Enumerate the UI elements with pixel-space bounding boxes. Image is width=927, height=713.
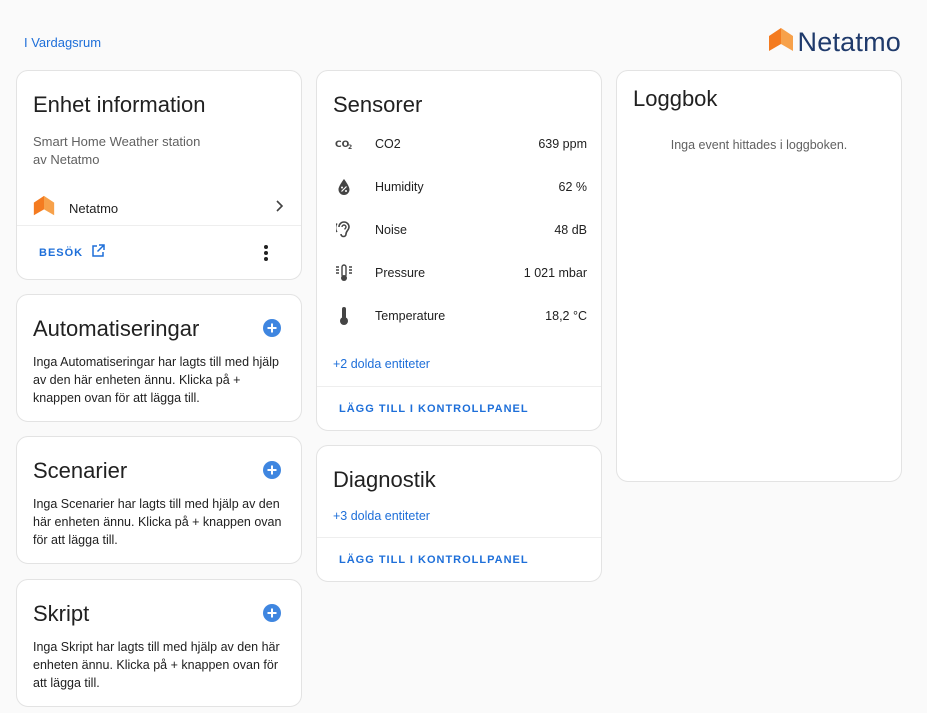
water-percent-icon bbox=[333, 176, 355, 198]
device-model: Smart Home Weather station av Netatmo bbox=[33, 133, 200, 169]
sensor-row-temperature[interactable]: Temperature 18,2 °C bbox=[317, 296, 601, 336]
scripts-title: Skript bbox=[33, 601, 90, 626]
plus-circle-icon bbox=[263, 604, 281, 622]
sensor-value: 639 ppm bbox=[538, 137, 587, 151]
sensor-row-noise[interactable]: Noise 48 dB bbox=[317, 210, 601, 250]
thermometer-icon bbox=[333, 305, 355, 327]
plus-circle-icon bbox=[263, 461, 281, 479]
sensor-row-co2[interactable]: CO 2 CO2 639 ppm bbox=[317, 124, 601, 164]
add-scene-button[interactable] bbox=[263, 461, 281, 479]
hidden-entities-link[interactable]: +3 dolda entiteter bbox=[333, 509, 430, 523]
sensor-value: 18,2 °C bbox=[545, 309, 587, 323]
gauge-icon bbox=[333, 262, 355, 284]
scenes-title: Scenarier bbox=[33, 458, 128, 483]
overflow-menu-icon[interactable] bbox=[261, 243, 271, 263]
scenes-description: Inga Scenarier har lagts till med hjälp … bbox=[33, 497, 282, 547]
integration-name: Netatmo bbox=[69, 200, 119, 216]
hidden-entities-link[interactable]: +2 dolda entiteter bbox=[333, 357, 430, 371]
plus-circle-icon bbox=[263, 319, 281, 337]
co2-icon: CO 2 bbox=[333, 133, 355, 155]
diagnostics-title: Diagnostik bbox=[333, 467, 436, 492]
sensor-row-pressure[interactable]: Pressure 1 021 mbar bbox=[317, 253, 601, 293]
netatmo-logo-text: Netatmo bbox=[797, 27, 901, 57]
scripts-description: Inga Skript har lagts till med hjälp av … bbox=[33, 640, 280, 690]
visit-button[interactable]: BESÖK bbox=[39, 244, 105, 261]
integration-row[interactable]: Netatmo bbox=[17, 186, 301, 230]
add-script-button[interactable] bbox=[263, 604, 281, 622]
add-to-dashboard-button[interactable]: LÄGG TILL I KONTROLLPANEL bbox=[317, 386, 601, 430]
sensor-name: CO2 bbox=[375, 137, 401, 151]
automations-description: Inga Automatiseringar har lagts till med… bbox=[33, 355, 279, 405]
top-bar: I Vardagsrum Netatmo bbox=[0, 0, 927, 70]
device-manufacturer: av Netatmo bbox=[33, 152, 100, 167]
chevron-right-icon bbox=[273, 199, 285, 217]
visit-label: BESÖK bbox=[39, 246, 84, 259]
open-in-new-icon bbox=[83, 244, 105, 261]
sensor-name: Pressure bbox=[375, 266, 426, 280]
device-actions: BESÖK bbox=[17, 225, 301, 279]
device-info-title: Enhet information bbox=[33, 92, 206, 117]
device-model-name: Smart Home Weather station bbox=[33, 134, 201, 149]
sensor-value: 1 021 mbar bbox=[523, 266, 587, 280]
logbook-card: Loggbok Inga event hittades i loggboken. bbox=[616, 70, 902, 482]
sensor-name: Humidity bbox=[375, 180, 424, 194]
diagnostics-card: Diagnostik +3 dolda entiteter LÄGG TILL … bbox=[316, 445, 602, 582]
area-link[interactable]: I Vardagsrum bbox=[24, 35, 101, 50]
logbook-empty-text: Inga event hittades i loggboken. bbox=[670, 138, 848, 152]
device-info-card: Enhet information Smart Home Weather sta… bbox=[16, 70, 302, 280]
netatmo-logo-icon bbox=[768, 27, 794, 58]
sensor-name: Temperature bbox=[375, 309, 446, 323]
svg-text:2: 2 bbox=[348, 144, 352, 151]
automations-title: Automatiseringar bbox=[33, 316, 200, 341]
sensors-card: Sensorer CO 2 CO2 639 ppm Humidity 62 % bbox=[316, 70, 602, 431]
add-to-dashboard-button[interactable]: LÄGG TILL I KONTROLLPANEL bbox=[317, 537, 601, 581]
netatmo-integration-icon bbox=[33, 195, 55, 222]
add-automation-button[interactable] bbox=[263, 319, 281, 337]
ear-icon bbox=[333, 219, 355, 241]
netatmo-logo: Netatmo bbox=[768, 27, 901, 58]
sensor-value: 48 dB bbox=[554, 223, 587, 237]
sensor-name: Noise bbox=[375, 223, 407, 237]
sensor-row-humidity[interactable]: Humidity 62 % bbox=[317, 167, 601, 207]
logbook-title: Loggbok bbox=[633, 86, 718, 111]
automations-card: Automatiseringar Inga Automatiseringar h… bbox=[16, 294, 302, 422]
scripts-card: Skript Inga Skript har lagts till med hj… bbox=[16, 579, 302, 707]
sensor-value: 62 % bbox=[558, 180, 588, 194]
sensors-title: Sensorer bbox=[333, 92, 423, 117]
scenes-card: Scenarier Inga Scenarier har lagts till … bbox=[16, 436, 302, 564]
